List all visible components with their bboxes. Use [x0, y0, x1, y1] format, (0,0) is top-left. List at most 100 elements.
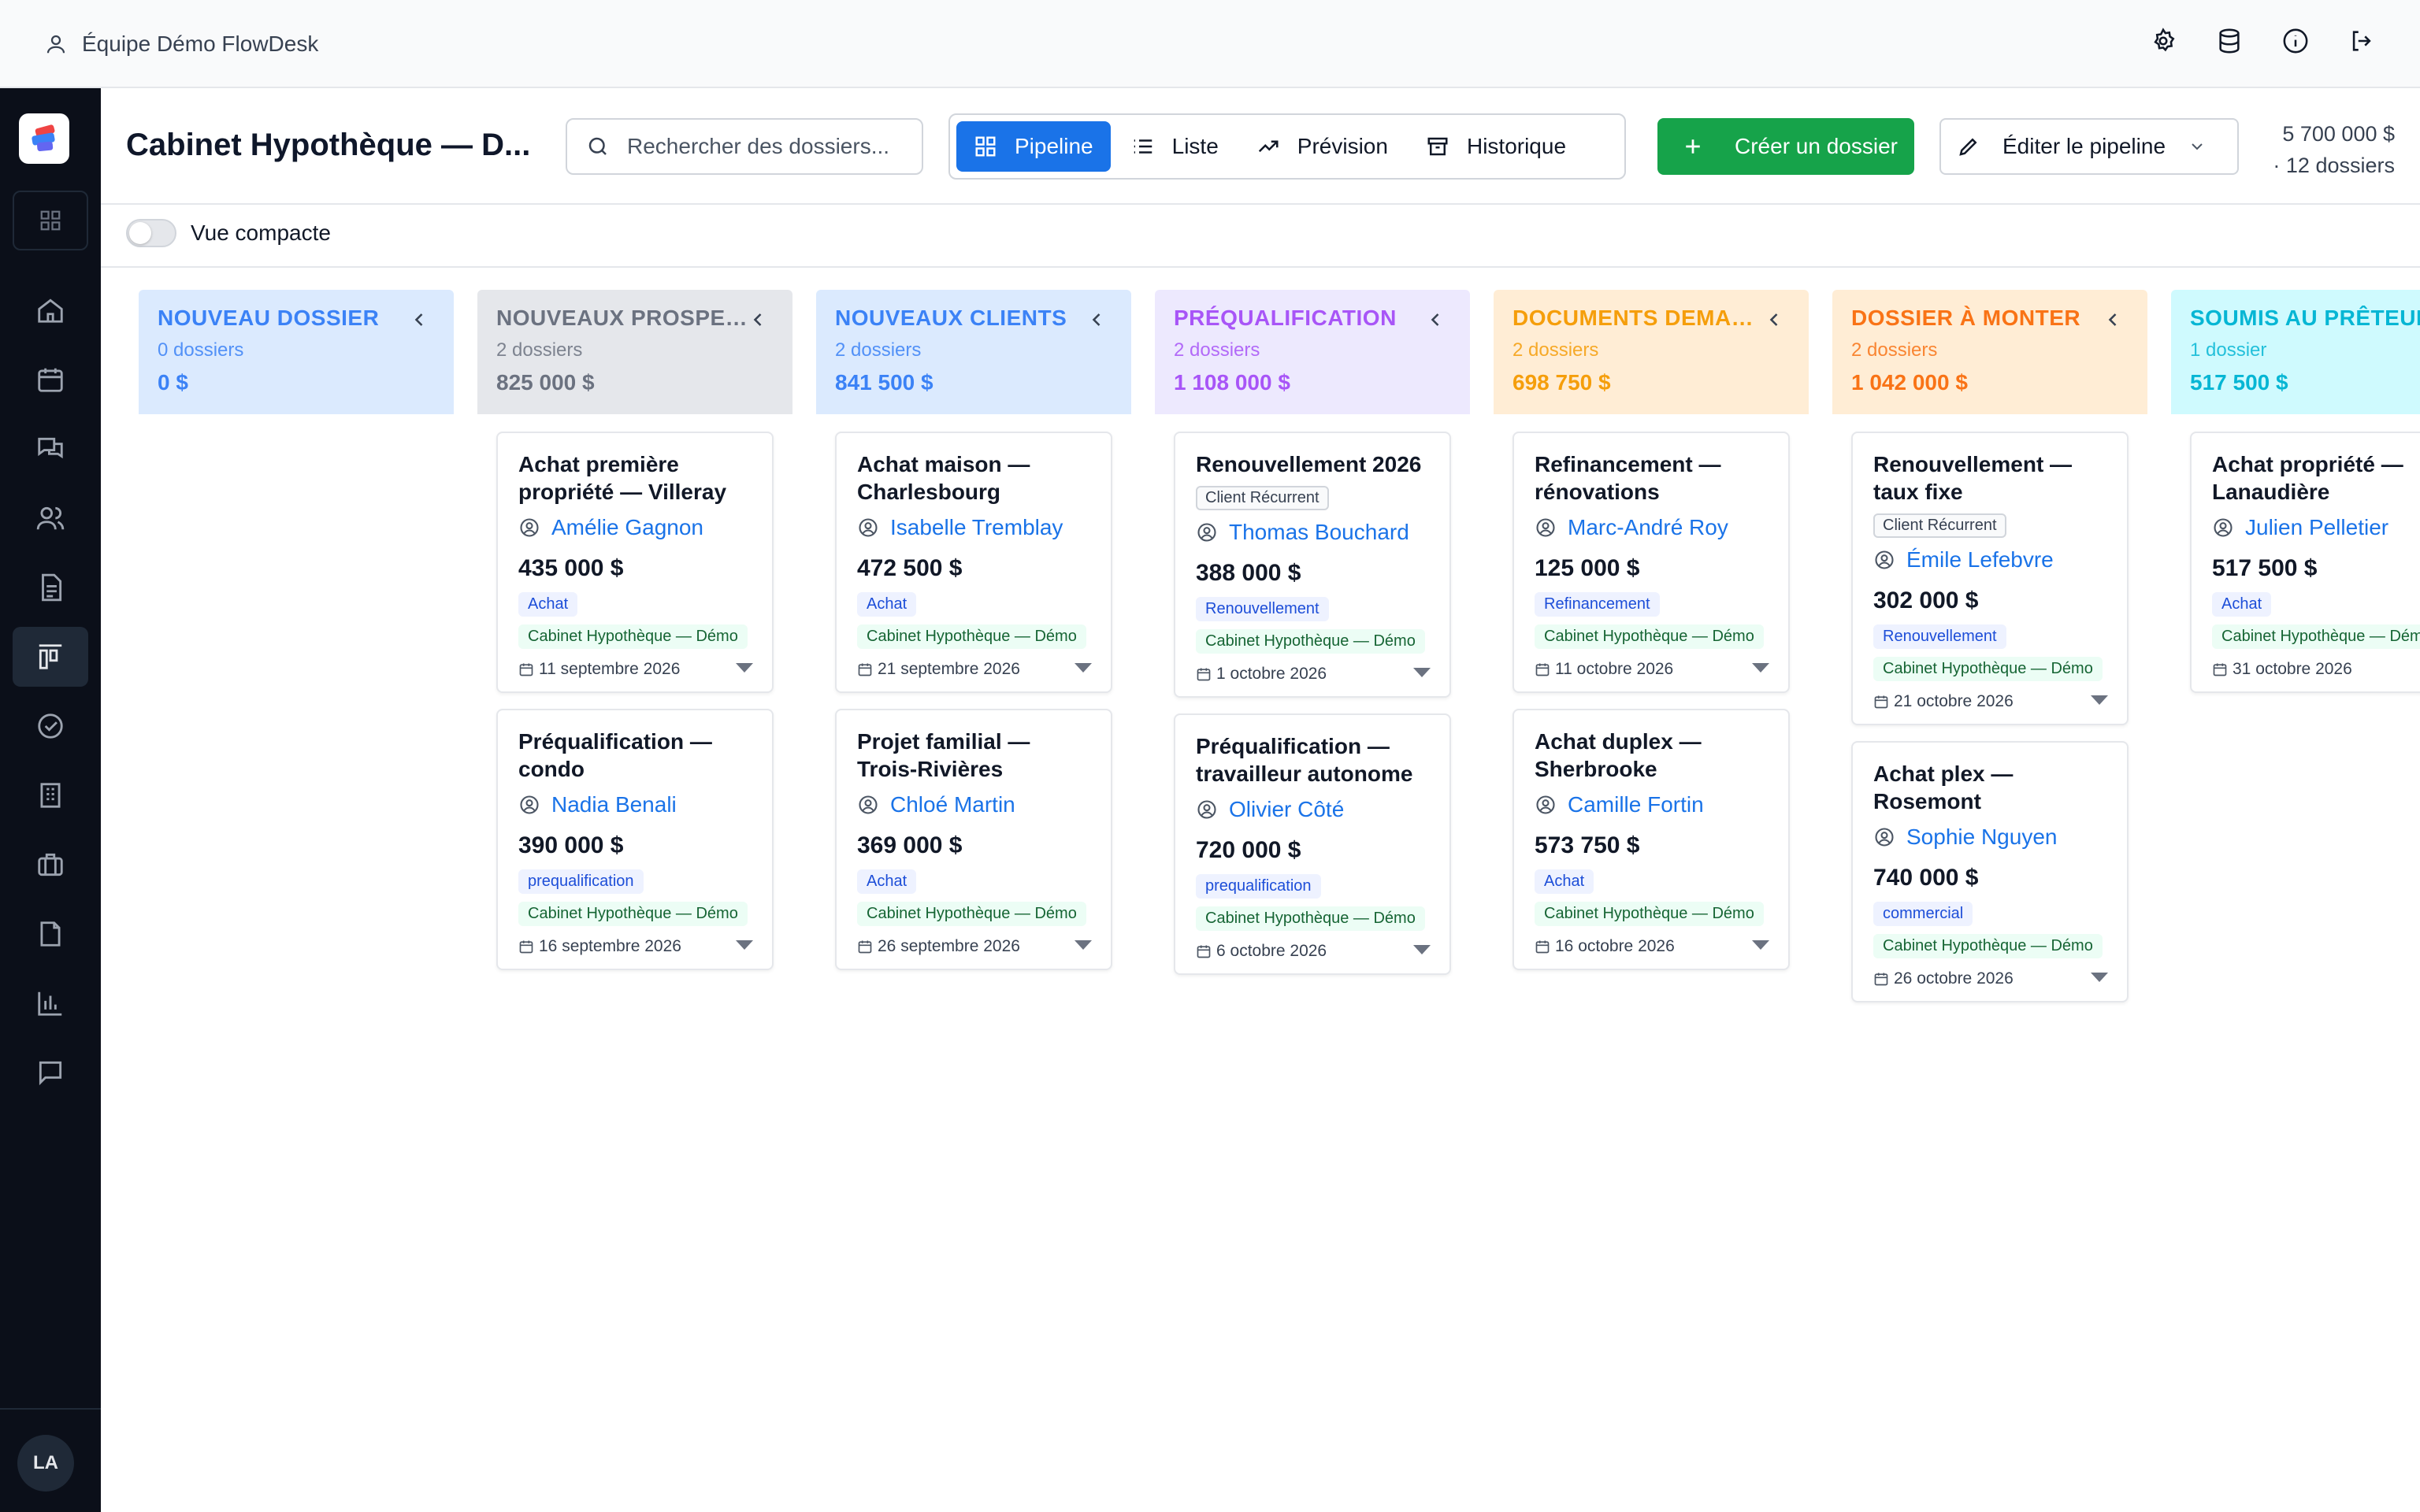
- deal-title: Renouvellement 2026: [1196, 452, 1422, 476]
- expand-card-caret[interactable]: [736, 940, 753, 950]
- message-icon: [39, 1061, 62, 1086]
- collapse-column-button[interactable]: [1424, 309, 1446, 331]
- database-button[interactable]: [2215, 27, 2244, 55]
- deal-type-badge: Achat: [857, 869, 917, 894]
- collapse-column-button[interactable]: [408, 309, 430, 331]
- search-box[interactable]: [566, 118, 923, 175]
- column-header: NOUVEAUX PROSPECTS 2 dossiers 825 000 $: [477, 290, 792, 414]
- apps-grid-button[interactable]: [13, 191, 88, 250]
- column-count: 2 dossiers: [496, 339, 583, 361]
- client-link[interactable]: Isabelle Tremblay: [857, 513, 1090, 542]
- settings-button[interactable]: [2149, 27, 2177, 55]
- compact-view-toggle[interactable]: Vue compacte: [126, 219, 331, 247]
- gear-icon: [2154, 28, 2175, 52]
- client-link[interactable]: Thomas Bouchard: [1196, 518, 1429, 547]
- info-button[interactable]: [2281, 27, 2310, 55]
- total-amount: 5 700 000 $: [2282, 122, 2395, 146]
- client-link[interactable]: Camille Fortin: [1535, 791, 1768, 819]
- tab-forecast[interactable]: Prévision: [1239, 121, 1405, 172]
- deal-card[interactable]: Renouvellement 2026 Client Récurrent Thoma…: [1174, 432, 1451, 698]
- expand-card-caret[interactable]: [1075, 940, 1092, 950]
- expand-card-caret[interactable]: [2091, 695, 2108, 705]
- deal-card[interactable]: Achat plex — Rosemont Sophie Nguyen 740 00…: [1851, 741, 2129, 1002]
- deal-card[interactable]: Achat première propriété — Villeray Améli…: [496, 432, 774, 693]
- client-link[interactable]: Nadia Benali: [518, 791, 752, 819]
- expand-card-caret[interactable]: [1413, 945, 1431, 954]
- client-link[interactable]: Olivier Côté: [1196, 795, 1429, 824]
- trending-up-icon: [1258, 140, 1279, 153]
- deal-title: Achat duplex — Sherbrooke: [1535, 729, 1702, 781]
- tab-history[interactable]: Historique: [1409, 121, 1583, 172]
- expand-card-caret[interactable]: [1752, 663, 1769, 673]
- list-icon: [1134, 139, 1152, 154]
- deal-card[interactable]: Préqualification — condo Nadia Benali 390 …: [496, 709, 774, 970]
- column-title: DOCUMENTS DEMANDÉS: [1512, 306, 1765, 330]
- deal-type-badge: Achat: [518, 592, 578, 617]
- deal-card[interactable]: Préqualification — travailleur autonome O…: [1174, 713, 1451, 975]
- deal-card[interactable]: Achat maison — Charlesbourg Isabelle Trem…: [835, 432, 1112, 693]
- search-input[interactable]: [627, 134, 911, 159]
- client-link[interactable]: Julien Pelletier: [2212, 513, 2420, 542]
- deal-card[interactable]: Achat duplex — Sherbrooke Camille Fortin 5…: [1512, 709, 1790, 970]
- column-header: DOSSIER À MONTER 2 dossiers 1 042 000 $: [1832, 290, 2147, 414]
- collapse-column-button[interactable]: [2102, 309, 2124, 331]
- expand-card-caret[interactable]: [1413, 668, 1431, 677]
- expand-card-caret[interactable]: [1752, 940, 1769, 950]
- collapse-column-button[interactable]: [747, 309, 769, 331]
- sidebar-item-reports[interactable]: [13, 973, 88, 1033]
- calendar-icon: [519, 663, 533, 676]
- expand-card-caret[interactable]: [1075, 663, 1092, 673]
- deal-type-badge: Achat: [2212, 592, 2272, 617]
- team-selector[interactable]: Équipe Démo FlowDesk: [44, 28, 318, 60]
- total-count: · 12 dossiers: [2273, 154, 2395, 177]
- edit-pipeline-button[interactable]: Éditer le pipeline: [1939, 118, 2239, 175]
- check-circle-icon: [38, 713, 63, 739]
- calendar-icon: [1535, 940, 1550, 954]
- user-avatar[interactable]: LA: [17, 1435, 74, 1492]
- logout-button[interactable]: [2348, 27, 2376, 55]
- sidebar-item-contacts[interactable]: [13, 488, 88, 548]
- deal-card[interactable]: Achat propriété — Lanaudière Julien Pelle…: [2190, 432, 2420, 693]
- sidebar-item-home[interactable]: [13, 280, 88, 340]
- user-circle-icon: [1875, 828, 1894, 847]
- column-cards: Renouvellement — taux fixe Client Récurre…: [1832, 414, 2147, 1002]
- app-logo[interactable]: [19, 113, 69, 164]
- deal-card[interactable]: Renouvellement — taux fixe Client Récurre…: [1851, 432, 2129, 725]
- column-title: NOUVEAU DOSSIER: [158, 306, 380, 330]
- date-text: 21 octobre 2026: [1894, 692, 2014, 710]
- sidebar-item-documents[interactable]: [13, 558, 88, 617]
- sidebar-item-messages[interactable]: [13, 419, 88, 479]
- column-amount: 825 000 $: [496, 370, 595, 395]
- sidebar-item-files[interactable]: [13, 904, 88, 964]
- sidebar-item-companies[interactable]: [13, 765, 88, 825]
- client-link[interactable]: Chloé Martin: [857, 791, 1090, 819]
- client-link[interactable]: Marc-André Roy: [1535, 513, 1768, 542]
- client-name: Marc-André Roy: [1568, 515, 1728, 539]
- sidebar-item-feedback[interactable]: [13, 1043, 88, 1102]
- toggle-switch[interactable]: [126, 219, 176, 247]
- sidebar-item-tasks[interactable]: [13, 696, 88, 756]
- client-link[interactable]: Sophie Nguyen: [1873, 823, 2106, 851]
- deal-card[interactable]: Refinancement — rénovations Marc-André Ro…: [1512, 432, 1790, 693]
- tab-list[interactable]: Liste: [1114, 121, 1236, 172]
- create-deal-button[interactable]: Créer un dossier: [1657, 118, 1914, 175]
- expand-card-caret[interactable]: [736, 663, 753, 673]
- client-link[interactable]: Émile Lefebvre: [1873, 546, 2106, 574]
- deal-card[interactable]: Projet familial — Trois-Rivières Chloé Ma…: [835, 709, 1112, 970]
- tab-pipeline[interactable]: Pipeline: [956, 121, 1111, 172]
- sidebar-item-calendar[interactable]: [13, 350, 88, 410]
- client-name: Amélie Gagnon: [551, 515, 704, 539]
- sidebar-item-portfolio[interactable]: [13, 835, 88, 895]
- client-link[interactable]: Amélie Gagnon: [518, 513, 752, 542]
- logo-icon: [32, 124, 55, 151]
- expand-card-caret[interactable]: [2091, 973, 2108, 982]
- column-header: NOUVEAUX CLIENTS 2 dossiers 841 500 $: [816, 290, 1131, 414]
- top-bar: Équipe Démo FlowDesk: [0, 0, 2420, 88]
- recurrent-client-tag: Client Récurrent: [1196, 486, 1329, 510]
- sidebar-item-pipeline[interactable]: [13, 627, 88, 687]
- pipeline-column: NOUVEAU DOSSIER 0 dossiers 0 $: [139, 290, 454, 432]
- collapse-column-button[interactable]: [1763, 309, 1785, 331]
- deal-date: 26 septembre 2026: [857, 936, 1090, 958]
- column-cards: Refinancement — rénovations Marc-André Ro…: [1494, 414, 1809, 970]
- collapse-column-button[interactable]: [1086, 309, 1108, 331]
